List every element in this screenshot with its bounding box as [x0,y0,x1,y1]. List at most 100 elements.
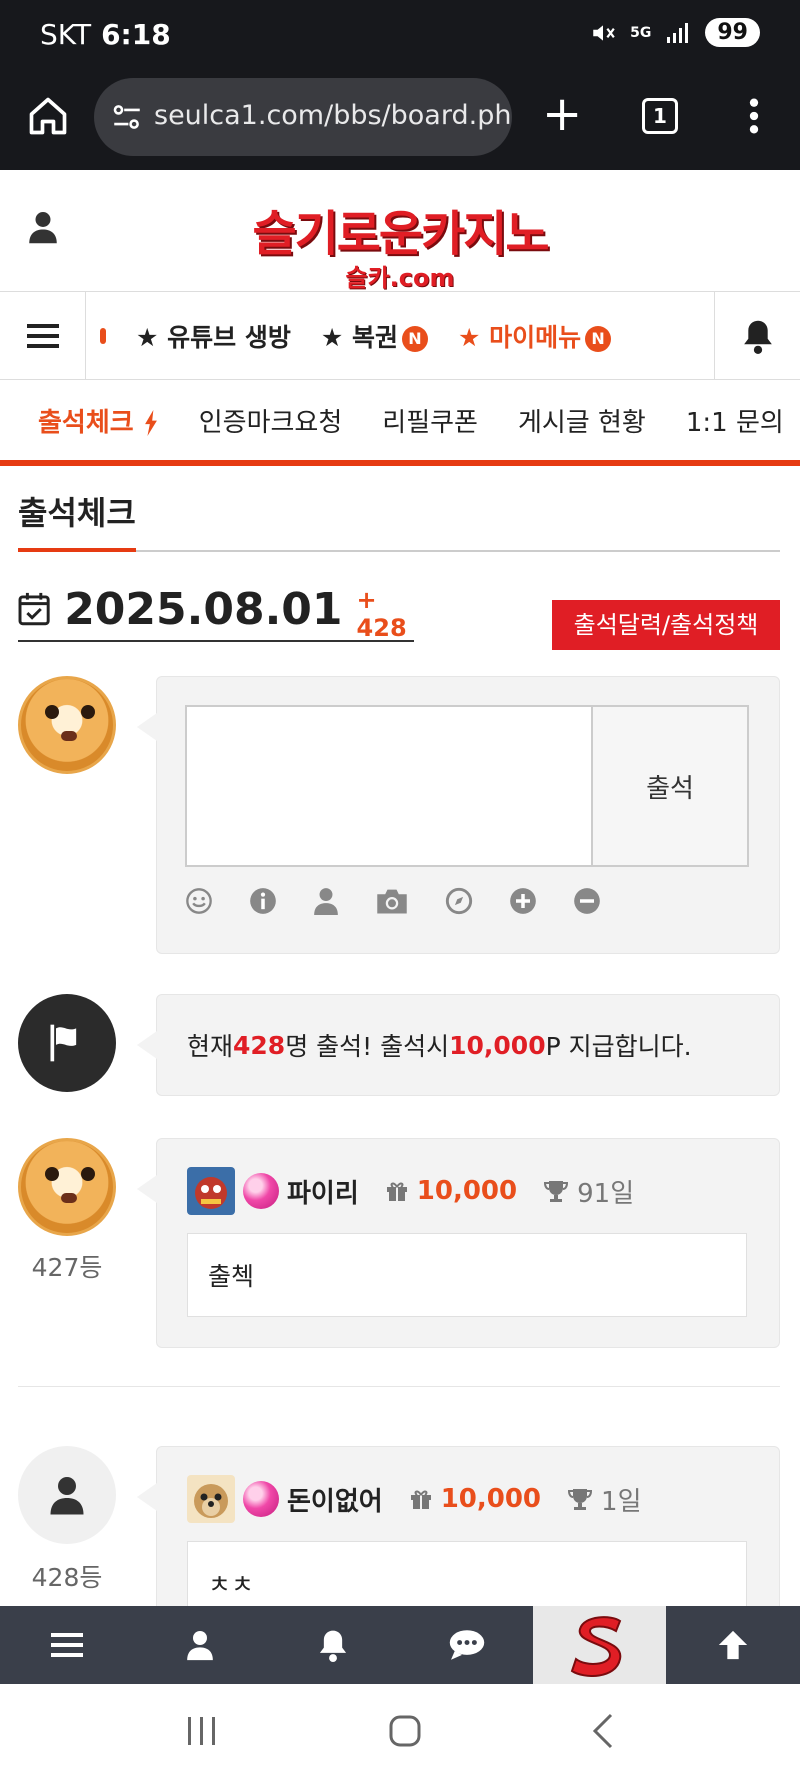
gem-icon [243,1173,279,1209]
nav-item-label: ★ 복권 [320,323,398,352]
network-type: 5G [630,24,652,41]
site-logo[interactable]: 슬기로운카지노 슬카.com [0,194,800,293]
tab-count-button[interactable]: 1 [642,98,678,134]
divider [18,1386,780,1387]
tab-refill-coupon[interactable]: 리필쿠폰 [382,402,478,439]
user-icon [187,1631,213,1661]
recent-apps-icon[interactable] [185,1715,219,1747]
menu-icon [26,324,59,348]
user-icon [50,1477,84,1515]
comment-textarea[interactable] [185,705,593,867]
entry-points: 10,000 [416,1176,518,1206]
home-icon[interactable] [26,94,70,138]
new-badge: N [401,326,428,352]
minus-circle-icon[interactable] [573,887,601,915]
nav-item-label: ★ 유튜브 생방 [136,323,291,352]
notice-avatar [18,994,116,1092]
main-nav-items: ★ 유튜브 생방 ★ 복권 N ★ 마이메뉴 N [100,292,700,380]
bottom-notification-button[interactable] [267,1606,400,1684]
attendance-count: + 428 [356,586,407,642]
bottom-menu-button[interactable] [0,1606,133,1684]
page-title: 출석체크 [18,488,136,552]
status-icons: 5G 99 [590,18,760,47]
nav-item-lottery[interactable]: ★ 복권 N [321,318,428,354]
notice-text: 현재 428 명 출석! 출석시 10,000 P 지급합니다. [157,995,779,1095]
entry-comment-text: ㅊㅊ [208,1570,255,1599]
entry-user-line: 파이리 10,000 91일 [187,1167,634,1215]
bolt-icon [144,410,157,436]
browser-toolbar: seulca1.com/bbs/board.php + 1 [0,72,800,170]
tab-post-status[interactable]: 게시글 현황 [518,402,646,439]
address-bar[interactable]: seulca1.com/bbs/board.php [94,78,512,156]
site-settings-icon[interactable] [110,100,144,134]
form-toolbar [185,887,601,915]
plus-circle-icon[interactable] [509,887,537,915]
emoticon-icon[interactable] [185,887,213,915]
tab-certification[interactable]: 인증마크요청 [199,402,343,439]
mute-icon [593,24,615,41]
signal-icon [667,22,689,43]
gift-icon [410,1490,431,1509]
attendance-entry: 파이리 10,000 91일 출첵 [137,1138,780,1348]
user-icon[interactable] [313,887,339,915]
submit-label: 출석 [646,773,694,804]
bottom-nav [0,1606,800,1684]
tab-inquiry[interactable]: 1:1 문의 [686,402,784,439]
avatar [18,1138,116,1236]
nav-item-youtube[interactable]: ★ 유튜브 생방 [136,318,291,354]
attendance-notice: 현재 428 명 출석! 출석시 10,000 P 지급합니다. [137,994,780,1096]
logo-main: 슬기로운카지노 [252,206,549,262]
trophy-icon [544,1181,569,1202]
calendar-policy-button[interactable]: 출석달력/출석정책 [552,600,780,650]
more-menu-icon[interactable] [746,96,762,136]
logo-sub: 슬카.com [345,264,455,292]
entry-rank: 427등 [31,1253,103,1282]
status-bar: SKT 6:18 5G 99 [0,0,800,72]
bottom-home-logo-button[interactable] [533,1606,667,1684]
notice-count: 428 [233,1030,286,1060]
attendance-form: 출석 [137,676,780,954]
site-s-logo-icon [570,1616,622,1677]
avatar [18,1446,116,1544]
new-tab-button[interactable]: + [542,90,582,138]
trophy-icon [568,1489,593,1510]
entry-comment: 출첵 [187,1233,747,1317]
compass-icon[interactable] [445,887,473,915]
notice-points: 10,000 [449,1030,546,1060]
back-icon[interactable] [591,1713,615,1749]
avatar [18,676,116,774]
home-nav-icon[interactable] [388,1714,422,1748]
main-nav: ★ 유튜브 생방 ★ 복권 N ★ 마이메뉴 N [0,292,800,380]
attendance-submit-button[interactable]: 출석 [593,705,749,867]
entry-points: 10,000 [440,1484,542,1514]
bell-icon [743,320,772,354]
board-sub-nav: 출석체크 인증마크요청 리필쿠폰 게시글 현황 1:1 문의 [0,380,800,466]
notice-mid: 명 출석! 출석시 [285,1032,450,1061]
tab-attendance[interactable]: 출석체크 [38,402,159,439]
menu-icon [50,1633,83,1657]
entry-user-line: 돈이없어 10,000 1일 [187,1475,642,1523]
scroll-indicator [100,328,106,344]
hamburger-button[interactable] [0,292,86,380]
carrier: SKT [40,18,92,51]
new-badge: N [585,326,612,352]
bottom-user-button[interactable] [133,1606,266,1684]
page-title-bar: 출석체크 [18,488,780,552]
calendar-check-icon [18,592,50,626]
entry-days: 91일 [577,1178,635,1209]
scroll-top-button[interactable] [666,1606,799,1684]
entry-nickname[interactable]: 돈이없어 [287,1481,383,1518]
carrier-time: SKT 6:18 [40,18,171,51]
nav-item-mymenu[interactable]: ★ 마이메뉴 N [458,318,612,354]
current-date: 2025.08.01 [64,583,343,635]
info-icon[interactable] [249,887,277,915]
chat-icon [449,1630,484,1660]
entry-nickname[interactable]: 파이리 [287,1173,359,1210]
user-level-icon [187,1475,235,1523]
entry-comment-text: 출첵 [208,1262,255,1291]
bottom-chat-button[interactable] [400,1606,533,1684]
camera-icon[interactable] [375,887,409,915]
notice-suffix: P 지급합니다. [545,1032,692,1061]
date-row: 2025.08.01 + 428 [18,578,414,642]
notification-button[interactable] [714,292,800,380]
